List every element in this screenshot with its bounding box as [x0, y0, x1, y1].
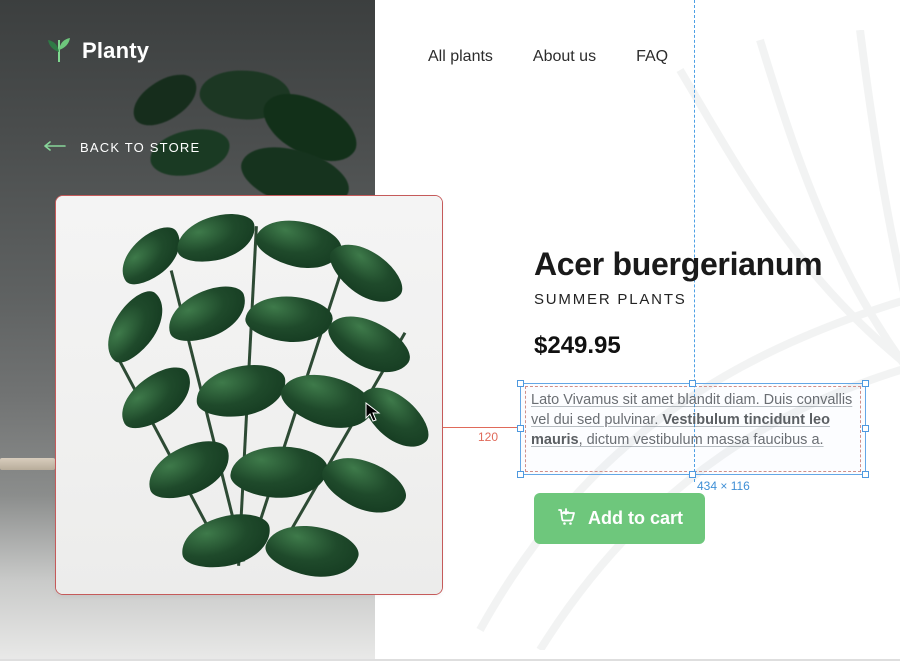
selected-text-block[interactable]: Lato Vivamus sit amet blandit diam. Duis…	[520, 383, 866, 475]
selection-handle[interactable]	[689, 380, 696, 387]
nav-faq[interactable]: FAQ	[636, 48, 668, 66]
mouse-cursor-icon	[365, 402, 381, 427]
product-photo	[56, 196, 442, 594]
product-title: Acer buergerianum	[534, 246, 880, 283]
selection-dimensions-label: 434 × 116	[697, 479, 750, 493]
back-to-store-link[interactable]: BACK TO STORE	[44, 138, 200, 156]
product-category: SUMMER PLANTS	[534, 291, 880, 308]
product-details: Acer buergerianum SUMMER PLANTS $249.95	[534, 246, 880, 360]
selection-handle[interactable]	[517, 425, 524, 432]
page-bottom-divider	[0, 659, 900, 661]
back-to-store-label: BACK TO STORE	[80, 140, 200, 155]
spacing-measure-label: 120	[478, 430, 498, 444]
product-description-suffix: , dictum vestibulum massa faucibus a.	[579, 432, 824, 448]
nav-all-plants[interactable]: All plants	[428, 48, 493, 66]
table-edge-decoration	[0, 458, 55, 470]
brand-name: Planty	[82, 38, 149, 64]
selection-handle[interactable]	[517, 471, 524, 478]
selection-handle[interactable]	[517, 380, 524, 387]
product-description: Lato Vivamus sit amet blandit diam. Duis…	[531, 390, 855, 450]
add-to-cart-button[interactable]: Add to cart	[534, 493, 705, 544]
nav-about-us[interactable]: About us	[533, 48, 596, 66]
add-to-cart-label: Add to cart	[588, 508, 683, 529]
logo-leaf-icon	[46, 38, 72, 64]
cart-icon	[556, 506, 576, 531]
arrow-left-icon	[44, 138, 66, 156]
product-price: $249.95	[534, 332, 880, 360]
spacing-guide-line	[443, 427, 519, 428]
selection-handle[interactable]	[862, 471, 869, 478]
selection-handle[interactable]	[862, 425, 869, 432]
primary-nav: All plants About us FAQ	[428, 48, 668, 66]
product-image-card[interactable]	[55, 195, 443, 595]
selection-handle[interactable]	[689, 471, 696, 478]
brand-logo[interactable]: Planty	[46, 38, 149, 64]
selection-handle[interactable]	[862, 380, 869, 387]
